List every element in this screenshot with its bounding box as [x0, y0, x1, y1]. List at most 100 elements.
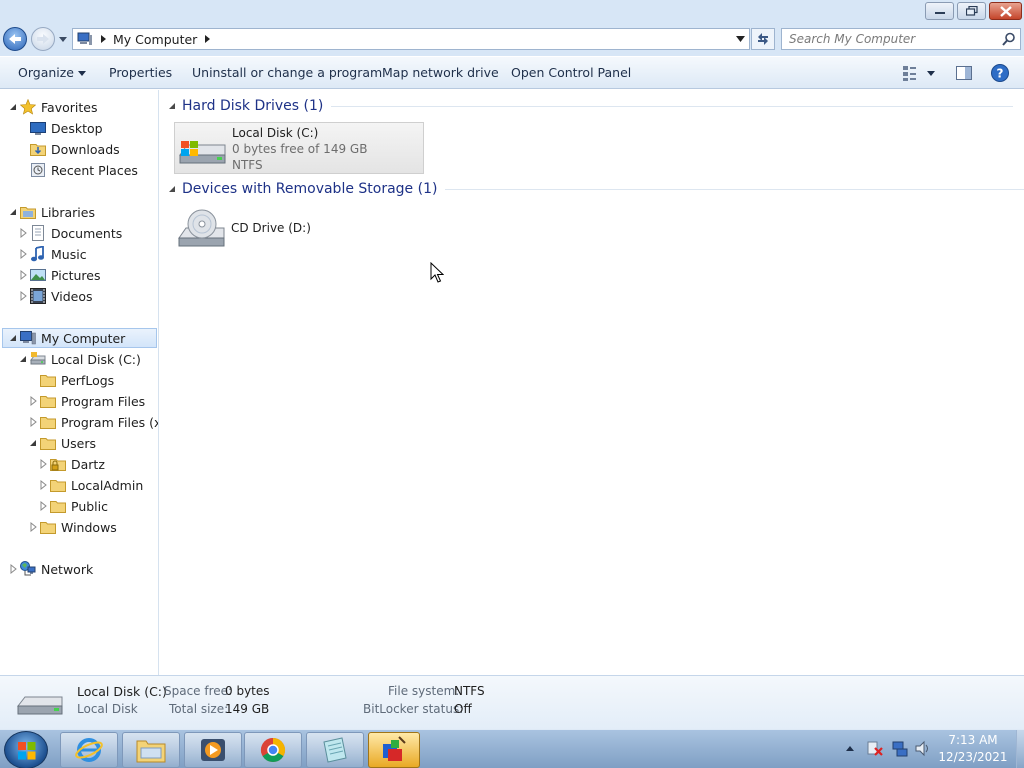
volume-icon[interactable]	[914, 740, 931, 757]
documents-icon	[32, 225, 44, 241]
windows-explorer-icon	[136, 740, 166, 763]
breadcrumb-arrow-icon[interactable]	[203, 35, 211, 43]
search-input[interactable]	[789, 32, 999, 46]
search-box[interactable]	[781, 28, 1021, 50]
collapsed-arrow-icon[interactable]	[18, 291, 28, 301]
nav-favorites[interactable]: Favorites	[8, 97, 97, 117]
collapsed-arrow-icon[interactable]	[18, 270, 28, 280]
nav-folder-program-files-x86[interactable]: Program Files (x86	[28, 412, 158, 432]
collapsed-arrow-icon[interactable]	[38, 480, 48, 490]
address-bar[interactable]: My Computer	[72, 28, 750, 50]
collapsed-arrow-icon[interactable]	[28, 522, 38, 532]
taskbar-chrome[interactable]	[244, 732, 302, 768]
breadcrumb-arrow-icon[interactable]	[99, 35, 107, 43]
show-hidden-icons-icon[interactable]	[845, 744, 855, 752]
address-dropdown-icon[interactable]	[736, 35, 745, 43]
restore-button[interactable]	[957, 2, 986, 20]
expanded-arrow-icon[interactable]	[8, 102, 18, 112]
open-control-panel-button[interactable]: Open Control Panel	[511, 65, 631, 80]
nav-folder-dartz[interactable]: Dartz	[38, 454, 105, 474]
refresh-button[interactable]	[751, 28, 775, 50]
nav-folder-users[interactable]: Users	[28, 433, 96, 453]
minimize-button[interactable]	[925, 2, 954, 20]
total-size-label: Total size:	[169, 702, 229, 716]
back-arrow-icon	[9, 34, 21, 44]
drive-name: CD Drive (D:)	[231, 221, 311, 235]
nav-item-videos[interactable]: Videos	[18, 286, 93, 306]
help-button[interactable]: ?	[990, 63, 1010, 83]
nav-item-desktop[interactable]: Desktop	[30, 118, 103, 138]
drive-file-system: NTFS	[232, 158, 263, 172]
organize-label: Organize	[18, 65, 74, 80]
bitlocker-value: Off	[454, 702, 472, 716]
nav-item-documents[interactable]: Documents	[18, 223, 122, 243]
taskbar-notepad[interactable]	[306, 732, 364, 768]
nav-folder-program-files[interactable]: Program Files	[28, 391, 145, 411]
start-button[interactable]	[4, 731, 48, 768]
recent-pages-dropdown-icon[interactable]	[58, 34, 68, 44]
breadcrumb-location[interactable]: My Computer	[113, 32, 197, 47]
uninstall-program-button[interactable]: Uninstall or change a program	[192, 65, 382, 80]
nav-my-computer[interactable]: My Computer	[2, 328, 157, 348]
map-network-drive-button[interactable]: Map network drive	[382, 65, 499, 80]
taskbar-paint[interactable]	[368, 732, 420, 768]
collapsed-arrow-icon[interactable]	[28, 417, 38, 427]
file-system-label: File system:	[388, 684, 460, 698]
pictures-icon	[30, 269, 46, 281]
collapsed-arrow-icon[interactable]	[28, 396, 38, 406]
show-desktop-button[interactable]	[1016, 730, 1024, 768]
nav-folder-perflogs[interactable]: PerfLogs	[40, 370, 114, 390]
nav-folder-windows[interactable]: Windows	[28, 517, 117, 537]
clock-date[interactable]: 12/23/2021	[935, 750, 1011, 764]
group-divider	[331, 105, 1014, 107]
collapse-group-icon[interactable]	[168, 185, 176, 193]
nav-item-pictures[interactable]: Pictures	[18, 265, 101, 285]
music-note-icon	[31, 246, 44, 262]
network-status-icon[interactable]	[891, 740, 908, 757]
organize-button[interactable]: Organize	[18, 65, 86, 80]
chevron-down-icon	[927, 71, 935, 76]
back-button[interactable]	[3, 27, 27, 51]
drive-tile-local-disk-c[interactable]: Local Disk (C:) 0 bytes free of 149 GB N…	[174, 122, 424, 174]
expanded-arrow-icon[interactable]	[28, 438, 38, 448]
expanded-arrow-icon[interactable]	[8, 207, 18, 217]
nav-local-disk[interactable]: Local Disk (C:)	[18, 349, 141, 369]
collapse-group-icon[interactable]	[168, 102, 176, 110]
folder-icon	[40, 417, 56, 429]
properties-button[interactable]: Properties	[109, 65, 172, 80]
action-center-alert-icon[interactable]	[866, 740, 883, 757]
collapsed-arrow-icon[interactable]	[8, 564, 18, 574]
cd-drive-icon	[178, 209, 225, 247]
nav-folder-localadmin[interactable]: LocalAdmin	[38, 475, 143, 495]
nav-folder-public[interactable]: Public	[38, 496, 108, 516]
drive-tile-cd-drive-d[interactable]: CD Drive (D:)	[174, 204, 424, 256]
computer-icon	[77, 32, 92, 45]
nav-item-recent-places[interactable]: Recent Places	[30, 160, 138, 180]
collapsed-arrow-icon[interactable]	[18, 249, 28, 259]
group-header-removable-storage[interactable]: Devices with Removable Storage (1)	[168, 181, 1024, 197]
search-icon[interactable]	[1002, 32, 1016, 46]
refresh-icon	[758, 33, 768, 45]
forward-button[interactable]	[31, 27, 55, 51]
group-header-hard-disk-drives[interactable]: Hard Disk Drives (1)	[168, 98, 1014, 114]
folder-icon	[50, 480, 66, 492]
change-view-button[interactable]	[900, 64, 940, 82]
preview-pane-button[interactable]	[955, 64, 973, 82]
clock-time[interactable]: 7:13 AM	[935, 733, 1011, 747]
nav-item-downloads[interactable]: Downloads	[30, 139, 120, 159]
collapsed-arrow-icon[interactable]	[38, 459, 48, 469]
nav-item-label: LocalAdmin	[71, 477, 144, 493]
taskbar-media-player[interactable]	[184, 732, 242, 768]
expanded-arrow-icon[interactable]	[8, 333, 18, 343]
folder-icon	[40, 375, 56, 387]
nav-network[interactable]: Network	[8, 559, 93, 579]
collapsed-arrow-icon[interactable]	[38, 501, 48, 511]
internet-explorer-icon	[75, 738, 103, 762]
close-button[interactable]	[989, 2, 1022, 20]
nav-libraries[interactable]: Libraries	[8, 202, 95, 222]
expanded-arrow-icon[interactable]	[18, 354, 28, 364]
taskbar-internet-explorer[interactable]	[60, 732, 118, 768]
taskbar-windows-explorer[interactable]	[122, 732, 180, 768]
nav-item-music[interactable]: Music	[18, 244, 87, 264]
collapsed-arrow-icon[interactable]	[18, 228, 28, 238]
